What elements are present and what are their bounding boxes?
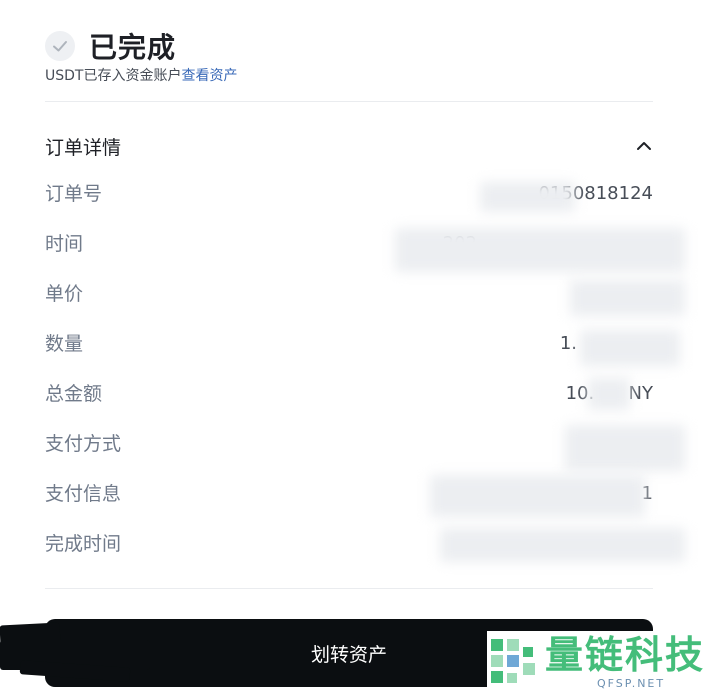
watermark: 量链科技 QFSP.NET	[487, 631, 705, 695]
unit-price-row: 单价	[45, 280, 653, 330]
row-label: 单价	[45, 283, 84, 305]
check-circle-icon	[45, 31, 75, 61]
redaction-blur	[588, 378, 630, 410]
watermark-url: QFSP.NET	[597, 677, 666, 690]
payment-method-row: 支付方式	[45, 430, 653, 480]
total-amount-row: 总金额 10. NY	[45, 380, 653, 430]
divider-bottom	[45, 588, 653, 589]
row-label: 订单号	[45, 183, 103, 205]
status-title: 已完成	[89, 31, 177, 64]
row-label: 支付信息	[45, 483, 122, 505]
row-label: 总金额	[45, 383, 103, 405]
redaction-blur	[440, 528, 685, 562]
view-assets-link[interactable]: 查看资产	[181, 68, 237, 84]
quantity-row: 数量 1.	[45, 330, 653, 380]
status-subtitle-text: USDT已存入资金账户	[45, 68, 182, 84]
status-subtitle: USDT已存入资金账户查看资产	[45, 65, 237, 85]
chevron-up-icon[interactable]	[635, 137, 653, 155]
row-label: 时间	[45, 233, 84, 255]
row-label: 支付方式	[45, 433, 122, 455]
redaction-blur	[570, 280, 685, 316]
row-value: 1.	[559, 333, 577, 354]
row-label: 完成时间	[45, 533, 122, 555]
status-header: 已完成	[45, 26, 176, 66]
watermark-logo-icon	[487, 635, 539, 687]
order-details-header[interactable]: 订单详情	[45, 133, 653, 159]
watermark-text: 量链科技	[545, 633, 705, 677]
transfer-assets-label: 划转资产	[310, 643, 387, 666]
divider-top	[45, 101, 653, 102]
redaction-blur	[565, 425, 685, 471]
row-label: 数量	[45, 333, 84, 355]
order-details-title: 订单详情	[45, 136, 122, 159]
redaction-blur	[580, 330, 680, 366]
redaction-blur	[480, 182, 575, 212]
redaction-blur	[395, 228, 685, 272]
redaction-blur	[430, 475, 645, 517]
